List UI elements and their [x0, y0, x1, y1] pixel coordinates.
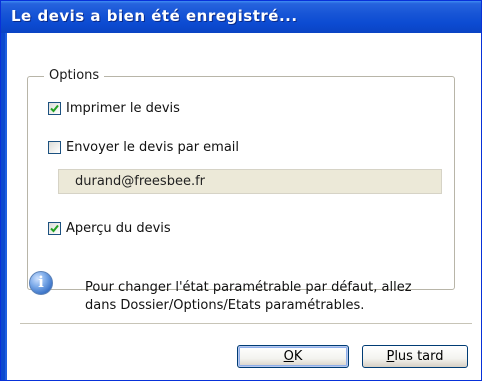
- email-checkbox[interactable]: [48, 140, 61, 154]
- ok-accel: O: [283, 349, 294, 364]
- email-checkbox-label[interactable]: Envoyer le devis par email: [66, 140, 239, 155]
- later-button[interactable]: Plus tard: [362, 345, 468, 368]
- ok-label-rest: K: [293, 349, 303, 364]
- preview-checkbox[interactable]: [48, 221, 61, 235]
- checkmark-icon: [50, 104, 59, 112]
- options-groupbox: Options Imprimer le devis Envoyer le dev…: [27, 68, 455, 290]
- email-field[interactable]: [58, 169, 442, 194]
- info-line-1: Pour changer l'état paramétrable par déf…: [85, 280, 412, 295]
- email-input[interactable]: [59, 170, 441, 193]
- title-bar[interactable]: Le devis a bien été enregistré...: [1, 1, 481, 33]
- ok-button[interactable]: OK: [237, 345, 349, 368]
- info-message: Pour changer l'état paramétrable par déf…: [85, 279, 465, 315]
- preview-checkbox-label[interactable]: Aperçu du devis: [66, 221, 171, 236]
- dialog-window: Le devis a bien été enregistré... Option…: [0, 0, 482, 381]
- print-checkbox[interactable]: [48, 101, 61, 115]
- print-checkbox-label[interactable]: Imprimer le devis: [66, 101, 180, 116]
- dialog-content: Options Imprimer le devis Envoyer le dev…: [7, 33, 481, 380]
- window-title: Le devis a bien été enregistré...: [11, 7, 298, 25]
- later-label-rest: lus tard: [394, 349, 444, 364]
- print-checkbox-row[interactable]: Imprimer le devis: [48, 100, 180, 116]
- separator: [20, 323, 472, 325]
- email-checkbox-row[interactable]: Envoyer le devis par email: [48, 139, 239, 155]
- checkmark-icon: [50, 224, 59, 232]
- preview-checkbox-row[interactable]: Aperçu du devis: [48, 220, 171, 236]
- options-legend: Options: [44, 68, 105, 83]
- info-line-2: dans Dossier/Options/Etats paramétrables…: [85, 298, 365, 313]
- info-icon: i: [29, 271, 53, 295]
